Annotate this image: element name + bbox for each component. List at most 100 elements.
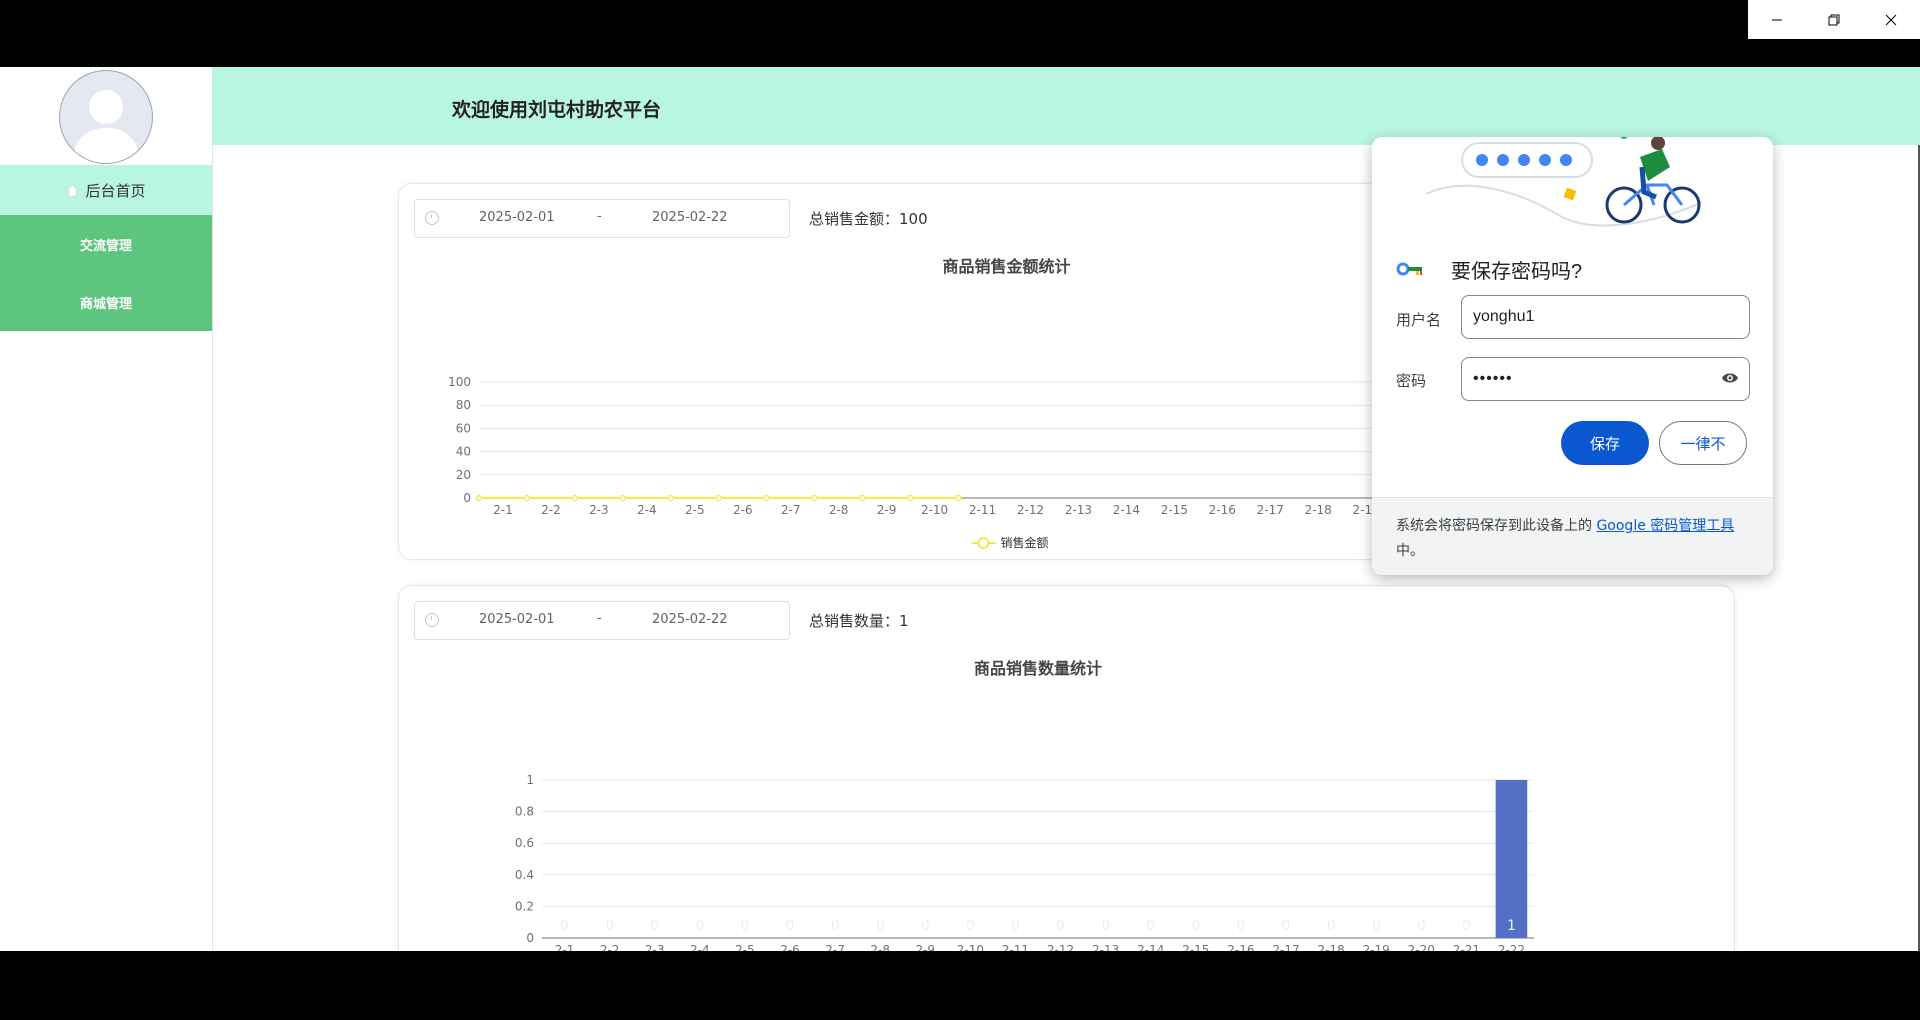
sidebar-item-mall[interactable]: 商城管理 xyxy=(0,273,212,331)
amount-start-date[interactable]: 2025-02-01 xyxy=(479,210,555,225)
data-label: 0 xyxy=(966,918,975,934)
x-tick-label: 2-8 xyxy=(870,943,890,951)
x-tick-label: 2-12 xyxy=(1047,943,1074,951)
minimize-icon[interactable] xyxy=(1748,0,1805,39)
amount-total-label: 总销售金额： xyxy=(809,210,900,228)
password-manager-link[interactable]: Google 密码管理工具 xyxy=(1596,518,1734,534)
sidebar-home-label: 后台首页 xyxy=(85,181,146,200)
data-point xyxy=(907,494,914,502)
password-label: 密码 xyxy=(1396,372,1427,390)
data-point xyxy=(859,494,866,502)
x-tick-label: 2-14 xyxy=(1137,943,1164,951)
data-point xyxy=(475,494,483,502)
eye-icon[interactable] xyxy=(1721,371,1739,390)
x-tick-label: 2-15 xyxy=(1161,503,1188,517)
x-tick-label: 2-9 xyxy=(915,943,935,951)
amount-date-range-picker[interactable]: 2025-02-01 - 2025-02-22 xyxy=(414,199,790,238)
y-tick-label: 0 xyxy=(463,491,471,505)
page-title: 欢迎使用刘屯村助农平台 xyxy=(452,100,662,121)
y-tick-label: 0.4 xyxy=(515,868,534,882)
sidebar-item-home[interactable]: 后台首页 xyxy=(0,165,212,215)
date-separator: - xyxy=(597,209,602,224)
password-illustration xyxy=(1425,137,1703,227)
count-total-label: 总销售数量： xyxy=(809,612,900,630)
y-tick-label: 60 xyxy=(456,421,471,435)
x-tick-label: 2-7 xyxy=(781,503,801,517)
window-titlebar xyxy=(0,0,1920,67)
restore-icon[interactable] xyxy=(1805,0,1862,39)
x-tick-label: 2-3 xyxy=(589,503,609,517)
sidebar-menu: 交流管理 商城管理 xyxy=(0,215,212,331)
y-tick-label: 20 xyxy=(456,468,471,482)
username-field[interactable]: yonghu1 xyxy=(1461,295,1750,339)
never-save-button[interactable]: 一律不 xyxy=(1659,421,1747,465)
count-total: 总销售数量：1 xyxy=(809,610,909,631)
data-point xyxy=(667,494,675,502)
chart-title: 商品销售数量统计 xyxy=(974,659,1102,678)
x-tick-label: 2-17 xyxy=(1257,503,1284,517)
x-tick-label: 2-11 xyxy=(969,503,996,517)
data-point xyxy=(955,494,962,502)
x-tick-label: 2-5 xyxy=(735,943,755,951)
data-label: 0 xyxy=(1372,918,1381,934)
x-tick-label: 2-19 xyxy=(1363,943,1390,951)
x-tick-label: 2-13 xyxy=(1065,503,1092,517)
avatar[interactable] xyxy=(59,70,153,164)
x-tick-label: 2-21 xyxy=(1453,943,1480,951)
data-label: 0 xyxy=(1146,918,1155,934)
dialog-footer: 系统会将密码保存到此设备上的 Google 密码管理工具中。 xyxy=(1372,497,1773,575)
save-password-dialog: 要保存密码吗? 用户名 yonghu1 密码 •••••• 保存 一律不 系统会… xyxy=(1372,137,1773,575)
home-icon xyxy=(66,183,80,197)
data-point xyxy=(763,494,770,502)
count-date-range-picker[interactable]: 2025-02-01 - 2025-02-22 xyxy=(414,601,790,640)
y-tick-label: 0 xyxy=(526,931,534,945)
key-icon xyxy=(1396,261,1424,281)
data-point xyxy=(523,494,531,502)
data-label: 0 xyxy=(740,918,749,934)
x-tick-label: 2-2 xyxy=(541,503,561,517)
clock-icon xyxy=(425,613,439,627)
footer-text-start: 系统会将密码保存到此设备上的 xyxy=(1396,518,1592,534)
x-tick-label: 2-4 xyxy=(690,943,710,951)
x-tick-label: 2-1 xyxy=(555,943,575,951)
x-tick-label: 2-20 xyxy=(1408,943,1435,951)
x-tick-label: 2-18 xyxy=(1317,943,1344,951)
amount-end-date[interactable]: 2025-02-22 xyxy=(652,210,728,225)
y-tick-label: 40 xyxy=(456,445,471,459)
data-label: 0 xyxy=(831,918,840,934)
legend-marker xyxy=(977,537,990,549)
x-tick-label: 2-6 xyxy=(780,943,800,951)
sidebar-item-communication[interactable]: 交流管理 xyxy=(0,215,212,273)
data-label: 0 xyxy=(1417,918,1426,934)
data-point xyxy=(619,494,627,502)
x-tick-label: 2-10 xyxy=(957,943,984,951)
clock-icon xyxy=(425,211,439,225)
username-label: 用户名 xyxy=(1396,311,1442,329)
data-point xyxy=(811,494,818,502)
x-tick-label: 2-16 xyxy=(1209,503,1236,517)
close-icon[interactable] xyxy=(1863,0,1920,39)
data-label: 0 xyxy=(605,918,614,934)
count-start-date[interactable]: 2025-02-01 xyxy=(479,612,555,627)
chart-title: 商品销售金额统计 xyxy=(942,257,1070,276)
data-point xyxy=(715,494,723,502)
x-tick-label: 2-9 xyxy=(877,503,897,517)
sidebar: 后台首页 交流管理 商城管理 xyxy=(0,67,213,951)
username-value: yonghu1 xyxy=(1473,308,1535,325)
bar xyxy=(1495,780,1528,938)
password-value: •••••• xyxy=(1473,370,1513,387)
data-label: 0 xyxy=(876,918,885,934)
data-label: 0 xyxy=(1056,918,1065,934)
x-tick-label: 2-4 xyxy=(637,503,657,517)
data-label: 0 xyxy=(695,918,704,934)
data-label: 0 xyxy=(786,918,795,934)
y-tick-label: 100 xyxy=(448,375,471,389)
amount-total: 总销售金额：100 xyxy=(809,208,928,229)
save-password-button[interactable]: 保存 xyxy=(1561,421,1649,465)
password-field[interactable]: •••••• xyxy=(1461,357,1750,401)
x-tick-label: 2-8 xyxy=(829,503,849,517)
x-tick-label: 2-14 xyxy=(1113,503,1140,517)
data-label: 0 xyxy=(560,918,569,934)
count-end-date[interactable]: 2025-02-22 xyxy=(652,612,728,627)
x-tick-label: 2-2 xyxy=(600,943,620,951)
